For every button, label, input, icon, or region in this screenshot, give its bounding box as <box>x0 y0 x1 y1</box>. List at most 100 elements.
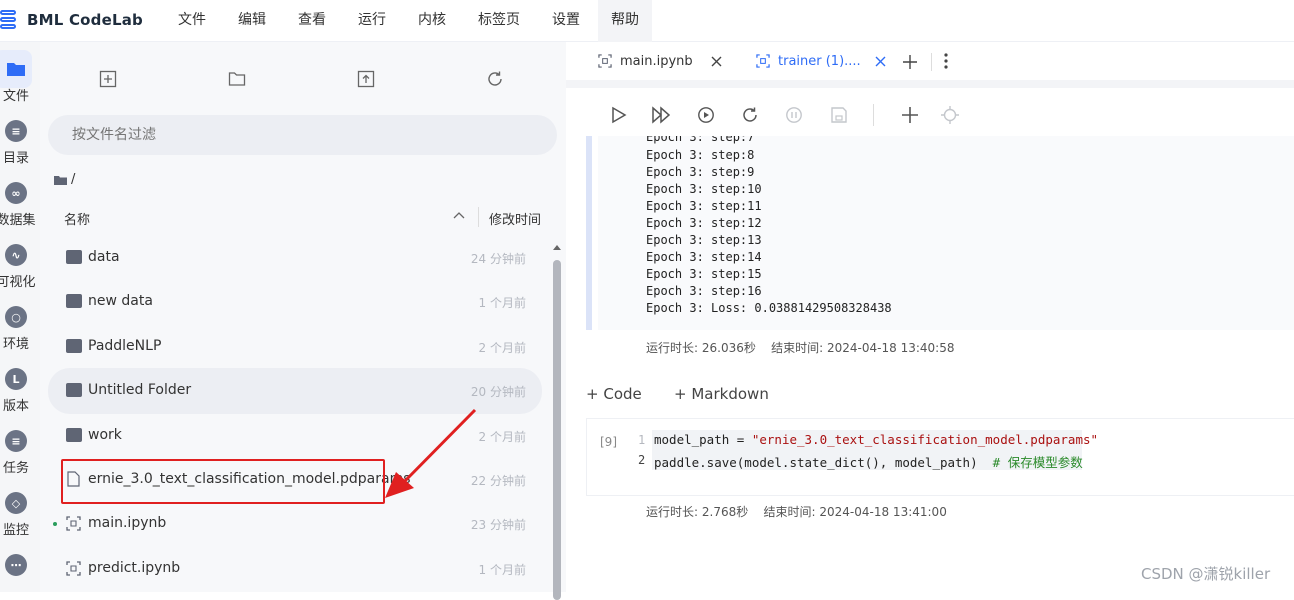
output-line: Epoch 3: step:16 <box>646 284 762 298</box>
scroll-up-icon[interactable] <box>552 242 562 252</box>
activity-more[interactable]: ⋯ <box>0 554 36 576</box>
cell-output-collapser[interactable] <box>586 136 592 330</box>
notebook-icon <box>66 561 81 576</box>
activity-visualize[interactable]: ∿ 可视化 <box>0 244 36 290</box>
folder-icon <box>66 339 82 353</box>
activity-version[interactable]: L 版本 <box>0 368 36 414</box>
add-cell-icon[interactable] <box>901 106 919 124</box>
menu-kernel[interactable]: 内核 <box>406 0 458 42</box>
folder-icon <box>66 428 82 442</box>
sort-asc-icon[interactable] <box>453 211 465 219</box>
dataset-icon: ∞ <box>5 182 27 204</box>
version-icon: L <box>5 368 27 390</box>
new-folder-icon[interactable] <box>228 70 246 88</box>
folder-icon <box>54 175 67 185</box>
environment-icon: ○ <box>5 306 27 328</box>
menu-tabs[interactable]: 标签页 <box>468 0 530 42</box>
app-title: BML CodeLab <box>27 11 143 29</box>
folder-icon <box>66 250 82 264</box>
code-line-2[interactable]: paddle.save(model.state_dict(), model_pa… <box>654 452 1083 471</box>
annotation-highlight-box <box>61 459 385 504</box>
save-icon[interactable] <box>830 106 848 124</box>
menu-settings[interactable]: 设置 <box>540 0 592 42</box>
tab-main-ipynb[interactable]: main.ipynb <box>598 48 722 74</box>
restart-run-icon[interactable] <box>697 106 715 124</box>
new-file-icon[interactable] <box>99 70 117 88</box>
file-filter-input[interactable] <box>48 115 557 155</box>
activity-dataset[interactable]: ∞ 数据集 <box>0 182 36 228</box>
cell-output: Epoch 3: step:7 Epoch 3: step:8 Epoch 3:… <box>598 136 1294 330</box>
output-line: Epoch 3: step:10 <box>646 182 762 196</box>
refresh-icon[interactable] <box>486 70 504 88</box>
file-list-header: 名称 修改时间 <box>40 202 566 232</box>
upload-icon[interactable] <box>357 70 375 88</box>
more-vertical-icon[interactable] <box>944 53 948 69</box>
activity-task[interactable]: ≡ 任务 <box>0 430 36 476</box>
output-line: Epoch 3: Loss: 0.03881429508328438 <box>646 301 892 315</box>
close-icon[interactable] <box>711 56 722 67</box>
code-line-1[interactable]: model_path = "ernie_3.0_text_classificat… <box>654 432 1098 447</box>
file-row-paddlenlp[interactable]: PaddleNLP 2 个月前 <box>40 325 550 369</box>
output-line: Epoch 3: step:7 <box>646 136 755 144</box>
app-logo: BML CodeLab <box>0 8 143 32</box>
chart-icon: ∿ <box>5 244 27 266</box>
menu-view[interactable]: 查看 <box>286 0 338 42</box>
notebook-icon <box>756 54 770 68</box>
menu-help[interactable]: 帮助 <box>598 0 652 42</box>
output-line: Epoch 3: step:13 <box>646 233 762 247</box>
activity-bar: 文件 ≡ 目录 ∞ 数据集 ∿ 可视化 ○ 环境 L 版本 ≡ 任务 ◇ 监控 … <box>0 42 40 592</box>
file-row-new-data[interactable]: new data 1 个月前 <box>40 280 550 324</box>
notebook-icon <box>66 516 81 531</box>
debug-target-icon[interactable] <box>941 106 959 124</box>
menu-edit[interactable]: 编辑 <box>226 0 278 42</box>
close-icon[interactable] <box>875 56 886 67</box>
interrupt-icon[interactable] <box>785 106 803 124</box>
output-line: Epoch 3: step:12 <box>646 216 762 230</box>
execution-count: [9] <box>600 435 617 449</box>
menu-run[interactable]: 运行 <box>346 0 398 42</box>
add-markdown-cell-button[interactable]: + Markdown <box>674 385 769 403</box>
tab-trainer[interactable]: trainer (1).... <box>756 48 886 74</box>
file-row-data[interactable]: data 24 分钟前 <box>40 236 550 280</box>
editor-tab-bar: main.ipynb trainer (1).... <box>566 42 1294 80</box>
annotation-arrow <box>385 408 477 498</box>
folder-icon <box>66 294 82 308</box>
file-list-scrollbar[interactable] <box>553 260 561 600</box>
file-row-main-ipynb[interactable]: main.ipynb 23 分钟前 <box>40 502 550 546</box>
add-code-cell-button[interactable]: + Code <box>586 385 642 403</box>
add-tab-icon[interactable] <box>903 55 917 69</box>
plus-icon: + <box>674 385 687 403</box>
column-name[interactable]: 名称 <box>64 209 90 228</box>
plugin-icon: ⋯ <box>5 554 27 576</box>
line-number: 2 <box>638 453 646 467</box>
output-line: Epoch 3: step:8 <box>646 148 755 162</box>
plus-icon: + <box>586 385 599 403</box>
activity-monitor[interactable]: ◇ 监控 <box>0 492 36 538</box>
monitor-icon: ◇ <box>5 492 27 514</box>
file-row-predict-ipynb[interactable]: predict.ipynb 1 个月前 <box>40 547 550 591</box>
output-line: Epoch 3: step:9 <box>646 165 755 179</box>
menu-file[interactable]: 文件 <box>166 0 218 42</box>
output-line: Epoch 3: step:11 <box>646 199 762 213</box>
run-all-icon[interactable] <box>651 106 671 124</box>
folder-icon <box>66 383 82 397</box>
cell1-runtime: 运行时长: 26.036秒 结束时间: 2024-04-18 13:40:58 <box>646 341 955 355</box>
output-line: Epoch 3: step:15 <box>646 267 762 281</box>
breadcrumb[interactable]: / <box>54 172 75 187</box>
notebook-icon <box>598 54 612 68</box>
breadcrumb-path: / <box>71 172 76 187</box>
bml-logo-icon <box>0 9 18 31</box>
activity-files[interactable]: 文件 <box>0 58 36 104</box>
run-icon[interactable] <box>609 106 627 124</box>
folder-icon <box>5 58 27 80</box>
activity-toc[interactable]: ≡ 目录 <box>0 120 36 166</box>
restart-kernel-icon[interactable] <box>741 106 759 124</box>
column-modified[interactable]: 修改时间 <box>489 209 541 228</box>
menu-bar: BML CodeLab 文件 编辑 查看 运行 内核 标签页 设置 帮助 <box>0 0 1294 42</box>
activity-env[interactable]: ○ 环境 <box>0 306 36 352</box>
cell2-runtime: 运行时长: 2.768秒 结束时间: 2024-04-18 13:41:00 <box>646 505 947 519</box>
watermark: CSDN @潇锐killer <box>1141 565 1271 583</box>
task-icon: ≡ <box>5 430 27 452</box>
line-number: 1 <box>638 433 646 447</box>
file-browser: / 名称 修改时间 data 24 分钟前 new data 1 个月前 Pad… <box>40 42 566 600</box>
